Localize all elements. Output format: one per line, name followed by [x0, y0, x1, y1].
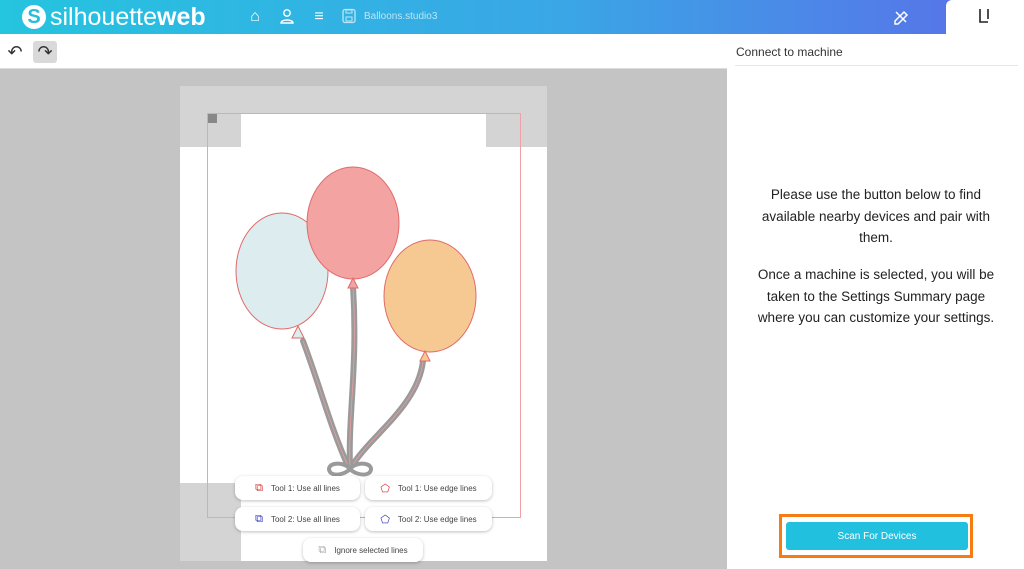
button-label: Ignore selected lines — [334, 545, 408, 555]
button-label: Tool 1: Use edge lines — [397, 483, 477, 493]
button-label: Tool 2: Use all lines — [270, 514, 340, 524]
overlap-shapes-icon: ⧉ — [255, 512, 263, 525]
redo-button[interactable]: ↷ — [33, 41, 57, 63]
save-icon[interactable] — [340, 8, 358, 26]
scan-for-devices-button[interactable]: Scan For Devices — [786, 522, 968, 550]
home-icon[interactable]: ⌂ — [246, 8, 264, 26]
instructions-text: Please use the button below to find avai… — [761, 187, 991, 245]
design-canvas[interactable]: ⧉ Tool 1: Use all lines ⬠ Tool 1: Use ed… — [0, 69, 727, 569]
logo-text-bold: web — [157, 2, 206, 31]
logo-icon: S — [22, 5, 46, 29]
machine-tab[interactable] — [946, 0, 1024, 34]
edge-shape-icon: ⬠ — [380, 482, 390, 495]
button-label: Tool 1: Use all lines — [270, 483, 340, 493]
tool2-edge-lines-button[interactable]: ⬠ Tool 2: Use edge lines — [365, 507, 492, 531]
undo-button[interactable]: ↶ — [3, 41, 27, 63]
overlap-shapes-icon: ⧉ — [255, 481, 263, 494]
blade-icon — [979, 9, 989, 23]
overlap-shapes-icon: ⧉ — [318, 543, 327, 556]
edit-toolbar: ↶ ↷ — [0, 34, 727, 69]
user-icon[interactable] — [278, 8, 296, 26]
file-name: Balloons.studio3 — [364, 11, 438, 22]
menu-icon[interactable]: ≡ — [310, 8, 328, 26]
ignore-lines-button[interactable]: ⧉ Ignore selected lines — [303, 538, 423, 562]
logo-text: silhouette — [50, 2, 158, 31]
divider — [735, 65, 1018, 66]
edge-shape-icon: ⬠ — [380, 513, 390, 526]
button-label: Tool 2: Use edge lines — [397, 514, 477, 524]
connect-panel: Connect to machine Please use the button… — [727, 34, 1024, 569]
tool1-edge-lines-button[interactable]: ⬠ Tool 1: Use edge lines — [365, 476, 492, 500]
tool2-all-lines-button[interactable]: ⧉ Tool 2: Use all lines — [235, 507, 360, 531]
design-tools-icon[interactable] — [892, 8, 910, 26]
silhouette-web-logo[interactable]: S silhouette web — [22, 2, 206, 31]
scan-highlight: Scan For Devices — [779, 514, 973, 558]
tool1-all-lines-button[interactable]: ⧉ Tool 1: Use all lines — [235, 476, 360, 500]
app-header: S silhouette web ⌂ ≡ Balloons.studio3 — [0, 0, 1024, 34]
info-text: Once a machine is selected, you will be … — [757, 267, 995, 325]
panel-title: Connect to machine — [736, 45, 843, 59]
